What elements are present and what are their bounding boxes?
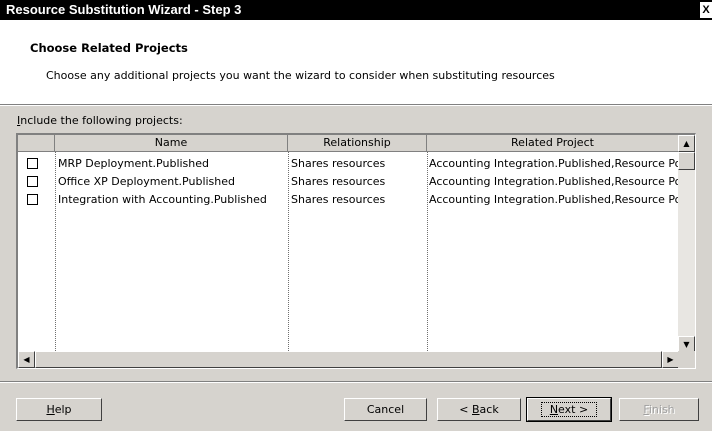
- include-projects-label: Include the following projects:: [17, 114, 183, 127]
- column-header-relationship[interactable]: Relationship: [288, 135, 427, 152]
- scroll-up-icon[interactable]: ▲: [678, 135, 695, 152]
- grid-header: Name Relationship Related Project: [18, 135, 695, 152]
- horizontal-scrollbar[interactable]: ◀ ▶: [18, 351, 679, 368]
- vertical-scroll-thumb[interactable]: [678, 152, 695, 170]
- scrollbar-corner: [678, 351, 695, 368]
- column-header-check: [18, 135, 55, 152]
- close-icon[interactable]: X: [700, 2, 712, 18]
- wizard-header: Choose Related Projects Choose any addit…: [0, 20, 712, 105]
- back-button[interactable]: < Back: [437, 398, 521, 421]
- projects-grid[interactable]: Name Relationship Related Project MRP De…: [16, 133, 696, 369]
- divider: [0, 105, 712, 106]
- column-header-related-project[interactable]: Related Project: [427, 135, 679, 152]
- window-title: Resource Substitution Wizard - Step 3: [6, 2, 242, 17]
- include-checkbox[interactable]: [27, 158, 38, 169]
- vertical-scrollbar[interactable]: ▲ ▼: [678, 135, 695, 353]
- help-button[interactable]: Help: [16, 398, 102, 421]
- include-checkbox[interactable]: [27, 176, 38, 187]
- title-bar: Resource Substitution Wizard - Step 3 X: [0, 0, 712, 20]
- related-project: Accounting Integration.Published,Resourc…: [429, 193, 679, 206]
- scroll-left-icon[interactable]: ◀: [18, 351, 35, 368]
- finish-button: Finish: [619, 398, 699, 421]
- column-header-name[interactable]: Name: [55, 135, 288, 152]
- project-name: Integration with Accounting.Published: [58, 193, 267, 206]
- divider: [0, 382, 712, 383]
- related-project: Accounting Integration.Published,Resourc…: [429, 157, 679, 170]
- next-button[interactable]: Next >: [526, 397, 612, 422]
- related-project: Accounting Integration.Published,Resourc…: [429, 175, 679, 188]
- horizontal-scroll-thumb[interactable]: [35, 351, 662, 368]
- relationship: Shares resources: [291, 193, 386, 206]
- include-checkbox[interactable]: [27, 194, 38, 205]
- step-description: Choose any additional projects you want …: [46, 69, 555, 82]
- relationship: Shares resources: [291, 175, 386, 188]
- scroll-right-icon[interactable]: ▶: [662, 351, 679, 368]
- project-name: Office XP Deployment.Published: [58, 175, 236, 188]
- cancel-button[interactable]: Cancel: [344, 398, 427, 421]
- table-row[interactable]: MRP Deployment.Published Shares resource…: [18, 155, 679, 173]
- table-row[interactable]: Integration with Accounting.Published Sh…: [18, 191, 679, 209]
- project-name: MRP Deployment.Published: [58, 157, 210, 170]
- relationship: Shares resources: [291, 157, 386, 170]
- table-row[interactable]: Office XP Deployment.Published Shares re…: [18, 173, 679, 191]
- step-title: Choose Related Projects: [30, 41, 188, 55]
